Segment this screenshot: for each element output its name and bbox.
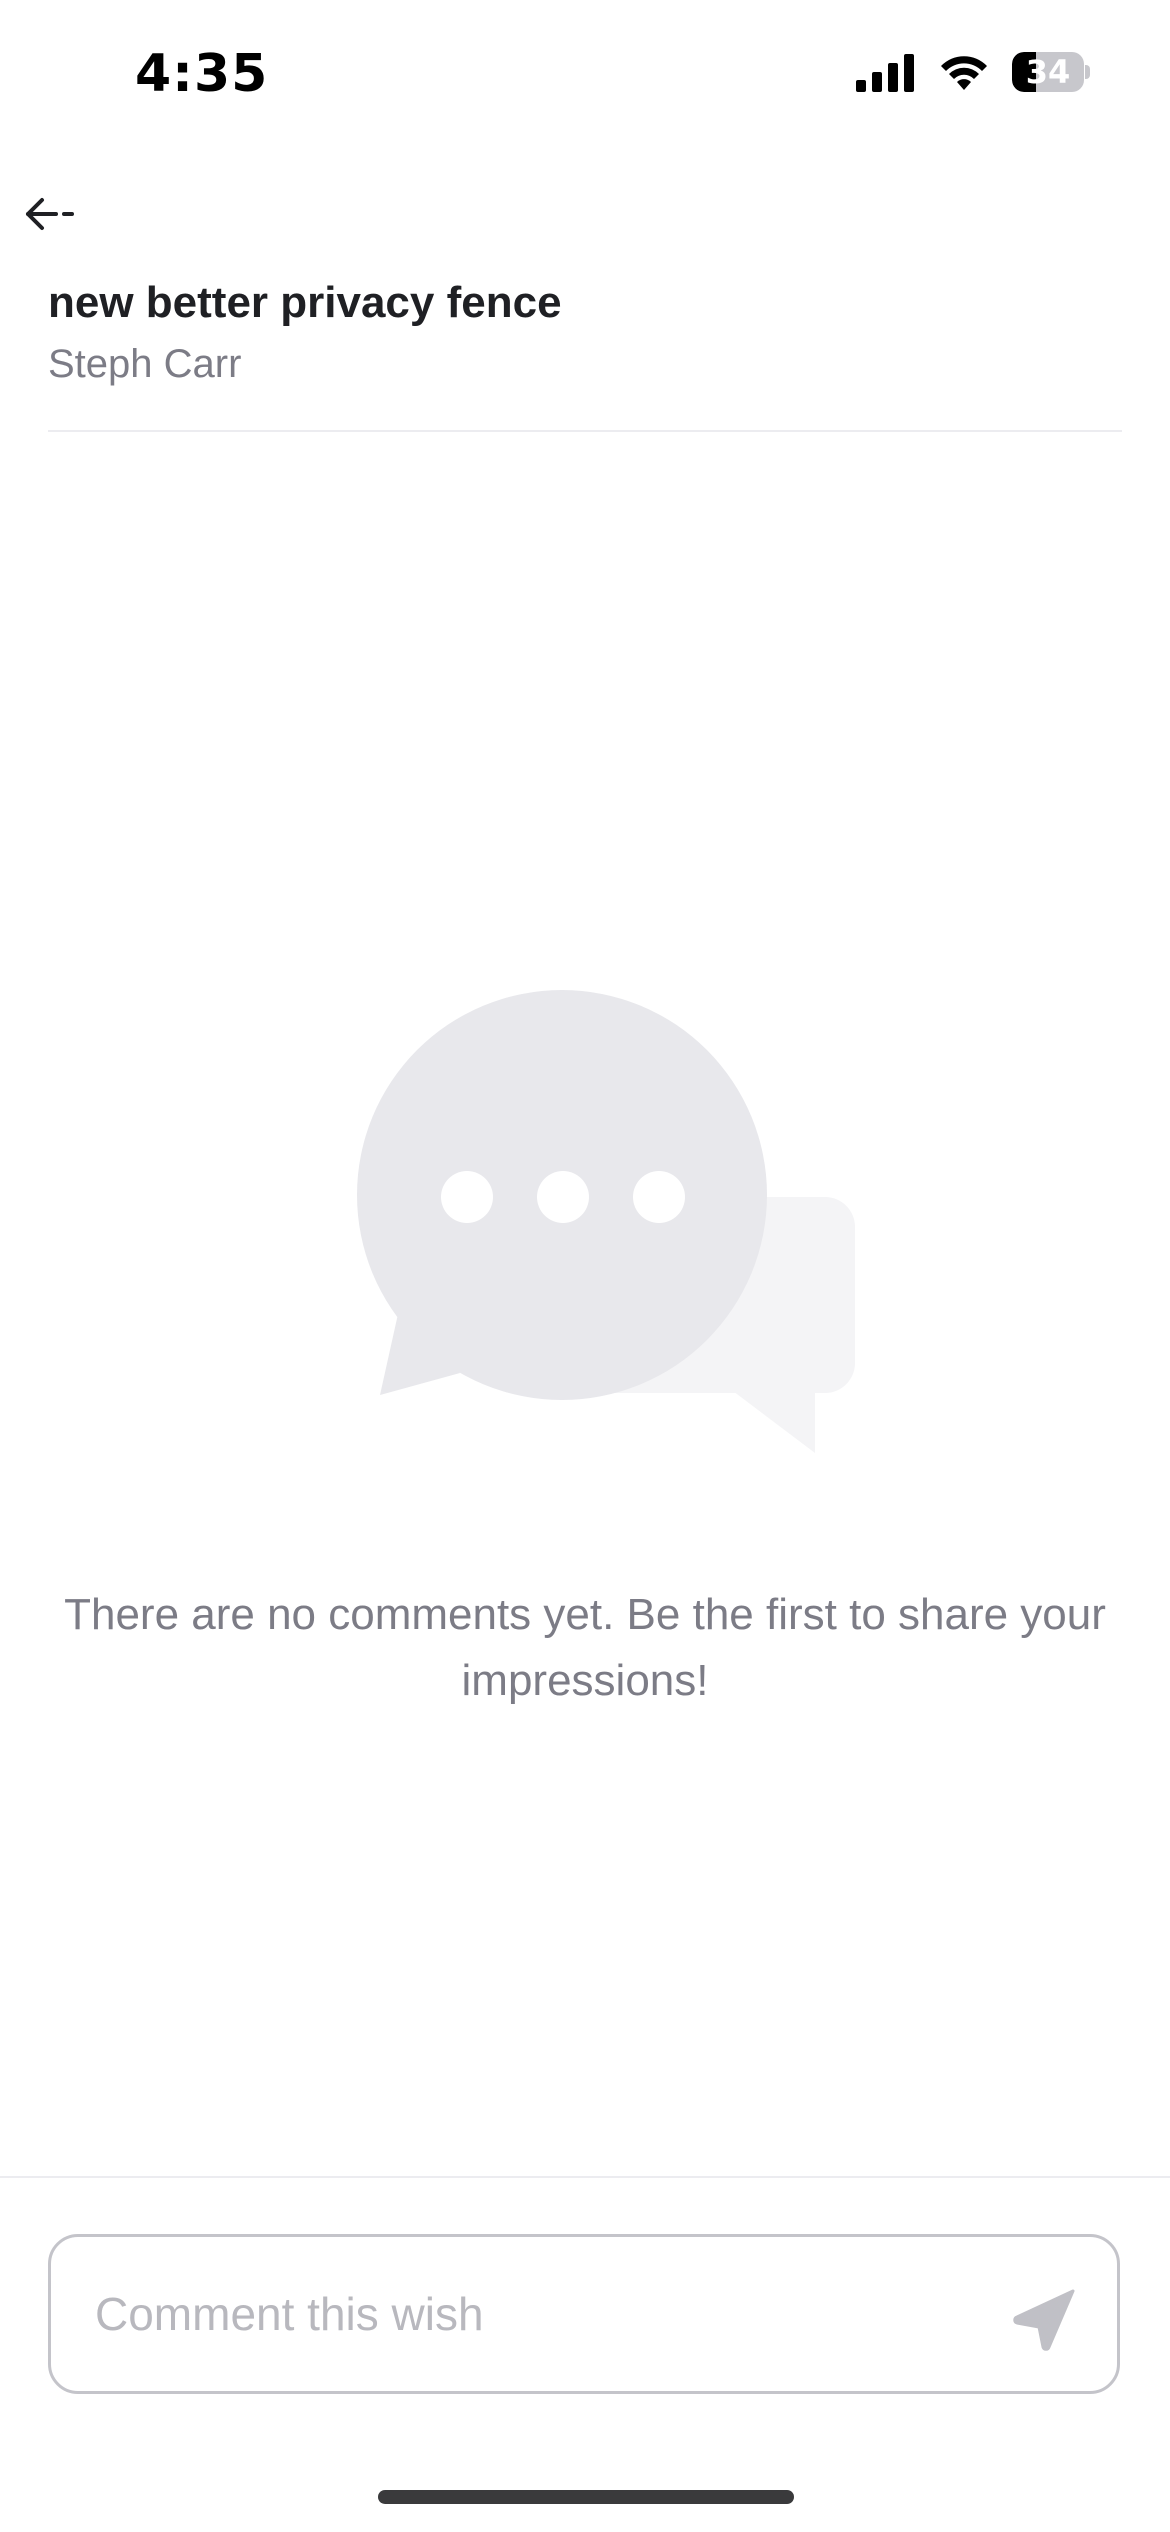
battery-level: 34 (1025, 53, 1071, 91)
comment-input[interactable] (95, 2237, 975, 2391)
signal-icon (856, 54, 914, 92)
battery-cap (1085, 65, 1090, 79)
status-bar: 4:35 34 (0, 0, 1170, 150)
battery-icon: 34 (1012, 52, 1090, 92)
status-time: 4:35 (135, 44, 269, 104)
wifi-icon (941, 56, 987, 90)
footer-divider (0, 2176, 1170, 2178)
home-indicator (378, 2490, 794, 2504)
wish-title: new better privacy fence (48, 278, 562, 327)
header-divider (48, 430, 1122, 432)
chat-bubbles-icon (357, 990, 855, 1453)
comment-box (48, 2234, 1120, 2394)
empty-comments-message: There are no comments yet. Be the first … (64, 1590, 1106, 1705)
back-arrow-icon (26, 198, 74, 230)
wish-author[interactable]: Steph Carr (48, 342, 241, 387)
send-icon (1013, 2289, 1075, 2351)
send-button[interactable] (1013, 2287, 1077, 2351)
status-icons: 34 (856, 52, 1090, 92)
back-button[interactable] (22, 186, 82, 242)
